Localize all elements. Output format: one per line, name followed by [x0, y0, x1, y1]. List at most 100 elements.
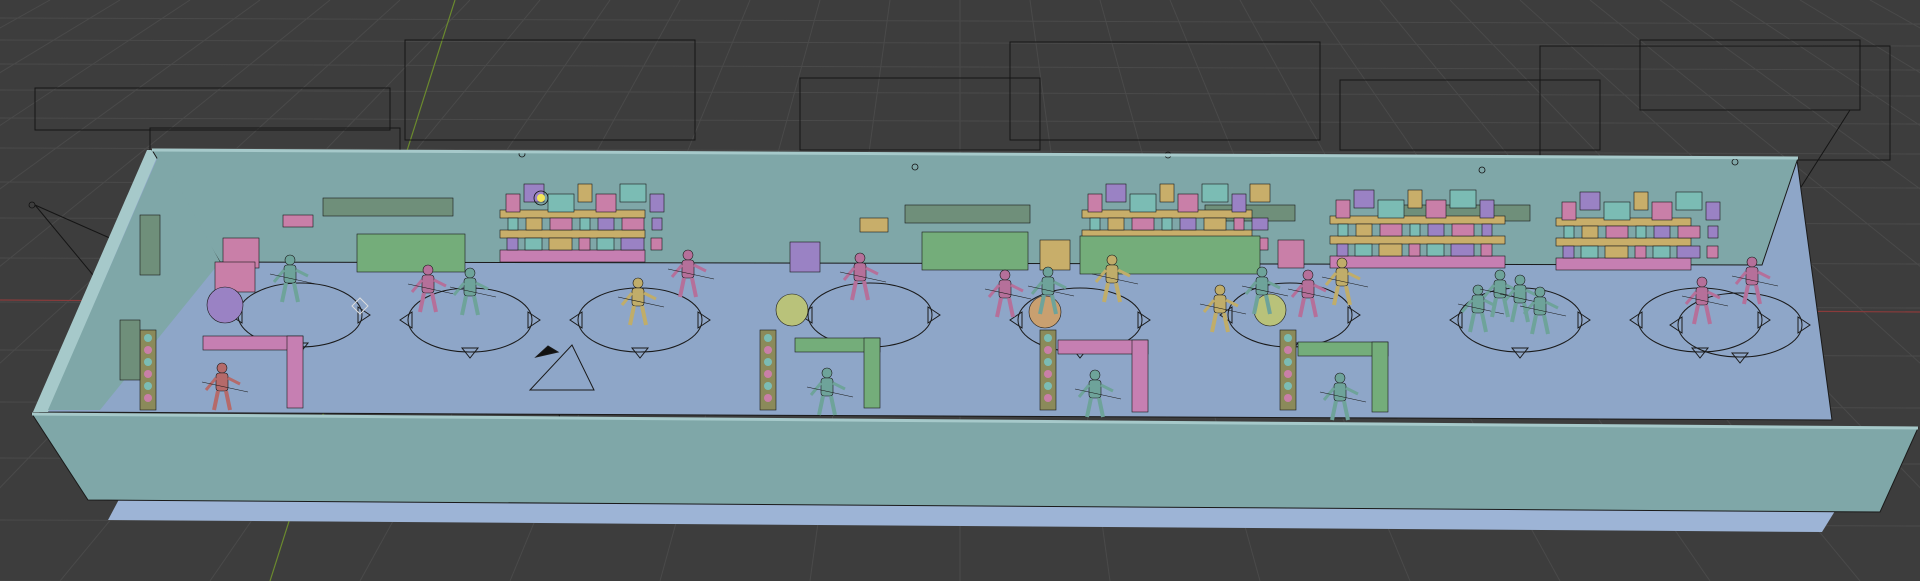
rack-item: [144, 334, 152, 342]
hanging-sign: [322, 197, 454, 217]
product-box: [1129, 193, 1157, 213]
product-box: [1603, 201, 1631, 221]
rack-item: [764, 382, 772, 390]
product-box: [1675, 191, 1703, 211]
product-box: [1580, 245, 1599, 259]
product-box: [1355, 223, 1373, 237]
rack-item: [1044, 370, 1052, 378]
rack-item: [1284, 394, 1292, 402]
counter-side: [1131, 339, 1149, 413]
rack-item: [1044, 358, 1052, 366]
product-box: [1251, 217, 1269, 231]
product-box: [577, 183, 593, 203]
product-box: [525, 217, 543, 231]
counter-side: [286, 335, 304, 409]
product-box: [1563, 225, 1575, 239]
shelf-unit: [499, 229, 646, 239]
product-box: [1450, 243, 1475, 257]
rack-item: [1044, 334, 1052, 342]
rack-item: [1284, 334, 1292, 342]
product-box: [1131, 217, 1155, 231]
rack-item: [144, 346, 152, 354]
product-box: [1159, 183, 1175, 203]
front-wall[interactable]: [31, 413, 1919, 513]
product-box: [1581, 225, 1599, 239]
rack-item: [144, 358, 152, 366]
product-box: [1377, 199, 1405, 219]
product-box: [1635, 225, 1647, 239]
rack-item: [764, 394, 772, 402]
camera-frustum-outline: [1009, 41, 1321, 141]
camera-frustum-outline: [1539, 45, 1891, 161]
product-box: [1676, 245, 1701, 259]
product-box: [1105, 183, 1127, 203]
sphere-prop: [775, 293, 809, 327]
3d-viewport[interactable]: [0, 0, 1920, 581]
product-box: [579, 217, 591, 231]
hanging-sign: [904, 204, 1031, 224]
shelf-unit: [1329, 215, 1506, 225]
rack-item: [1044, 394, 1052, 402]
product-box: [1379, 223, 1403, 237]
grid-line: [0, 0, 51, 29]
product-box: [1425, 199, 1447, 219]
product-box: [506, 237, 519, 251]
rack-item: [764, 346, 772, 354]
rack-item: [1044, 346, 1052, 354]
product-box: [1562, 245, 1575, 259]
rack-item: [144, 370, 152, 378]
product-box: [1705, 201, 1721, 221]
floating-box: [859, 217, 889, 233]
floating-box: [789, 241, 821, 273]
rack-item: [764, 358, 772, 366]
wall-sign: [119, 319, 141, 381]
rack-item: [1284, 358, 1292, 366]
rack-item: [1284, 346, 1292, 354]
rack-item: [144, 382, 152, 390]
shelf-unit: [1329, 255, 1506, 269]
product-box: [1408, 243, 1421, 257]
product-box: [1378, 243, 1403, 257]
product-box: [1203, 217, 1227, 231]
product-box: [1426, 243, 1445, 257]
rack-item: [764, 334, 772, 342]
product-box: [1089, 217, 1101, 231]
product-box: [595, 193, 617, 213]
product-box: [1579, 191, 1601, 211]
wall-shelf: [921, 231, 1029, 271]
product-box: [1407, 189, 1423, 209]
product-box: [549, 217, 573, 231]
product-box: [621, 217, 645, 231]
product-box: [1249, 183, 1271, 203]
product-box: [1201, 183, 1229, 203]
rack-item: [1044, 382, 1052, 390]
shelf-unit: [1555, 257, 1692, 271]
rack-item: [764, 370, 772, 378]
shelf-unit: [1555, 237, 1692, 247]
empty-icon[interactable]: [28, 201, 36, 209]
product-box: [1633, 191, 1649, 211]
product-box: [1653, 225, 1671, 239]
shelf-unit: [1081, 209, 1253, 219]
product-box: [1451, 223, 1475, 237]
product-box: [597, 217, 615, 231]
product-box: [1479, 199, 1495, 219]
floating-box: [1277, 239, 1305, 269]
product-box: [651, 217, 663, 231]
camera-frustum-outline: [404, 39, 696, 141]
product-box: [1480, 243, 1493, 257]
product-box: [1409, 223, 1421, 237]
product-box: [1107, 217, 1125, 231]
product-box: [596, 237, 615, 251]
product-box: [1604, 245, 1629, 259]
product-box: [1087, 193, 1103, 213]
camera-frustum-outline: [1639, 39, 1861, 111]
product-box: [1231, 193, 1247, 213]
product-box: [1481, 223, 1493, 237]
rack-item: [1284, 370, 1292, 378]
product-box: [1652, 245, 1671, 259]
product-box: [1179, 217, 1197, 231]
shelf-unit: [1329, 235, 1506, 245]
product-box: [1161, 217, 1173, 231]
product-box: [505, 193, 521, 213]
